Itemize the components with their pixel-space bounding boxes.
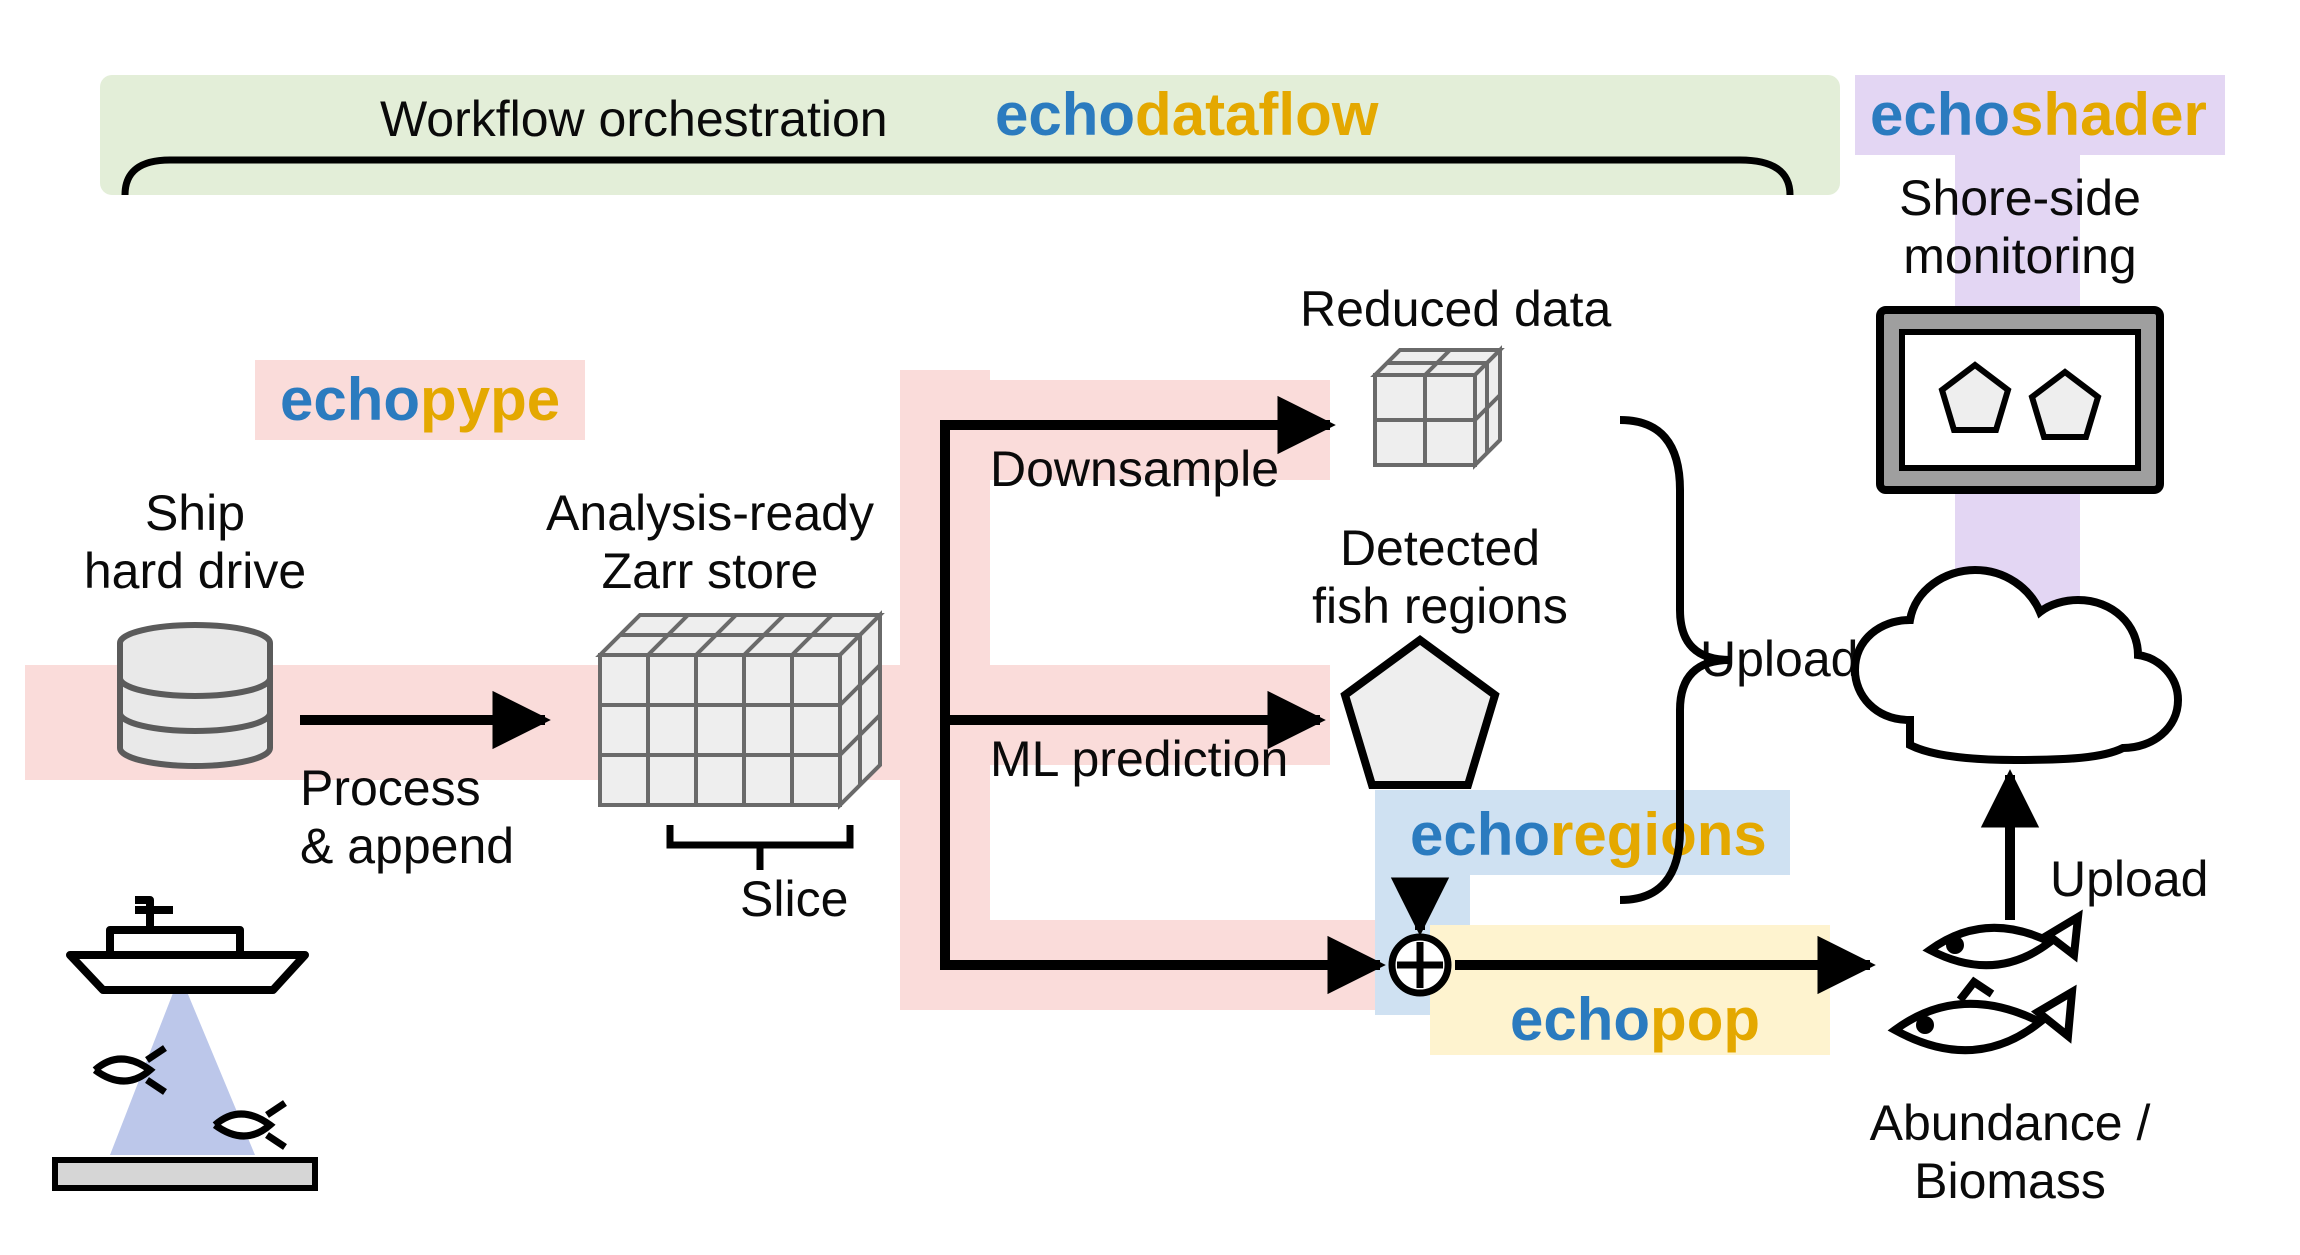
pentagon-icon: [1345, 640, 1495, 785]
cloud-icon: [1855, 570, 2178, 760]
hard-drive-icon: [120, 625, 270, 766]
ship-sonar-icon: [55, 900, 315, 1188]
zarr-cubes-icon: [600, 615, 880, 805]
monitor-icon: [1880, 310, 2160, 490]
reduced-data-icon: [1375, 350, 1500, 465]
brace-upload: [1620, 420, 1730, 900]
diagram-svg: [0, 0, 2300, 1255]
bracket-orchestration: [125, 160, 1790, 195]
slice-bracket: [670, 825, 850, 870]
fish-icon: [1895, 917, 2078, 1050]
arrow-downsample: [945, 425, 1330, 720]
combine-node-icon: [1392, 937, 1448, 993]
arrow-to-combine: [945, 720, 1380, 965]
